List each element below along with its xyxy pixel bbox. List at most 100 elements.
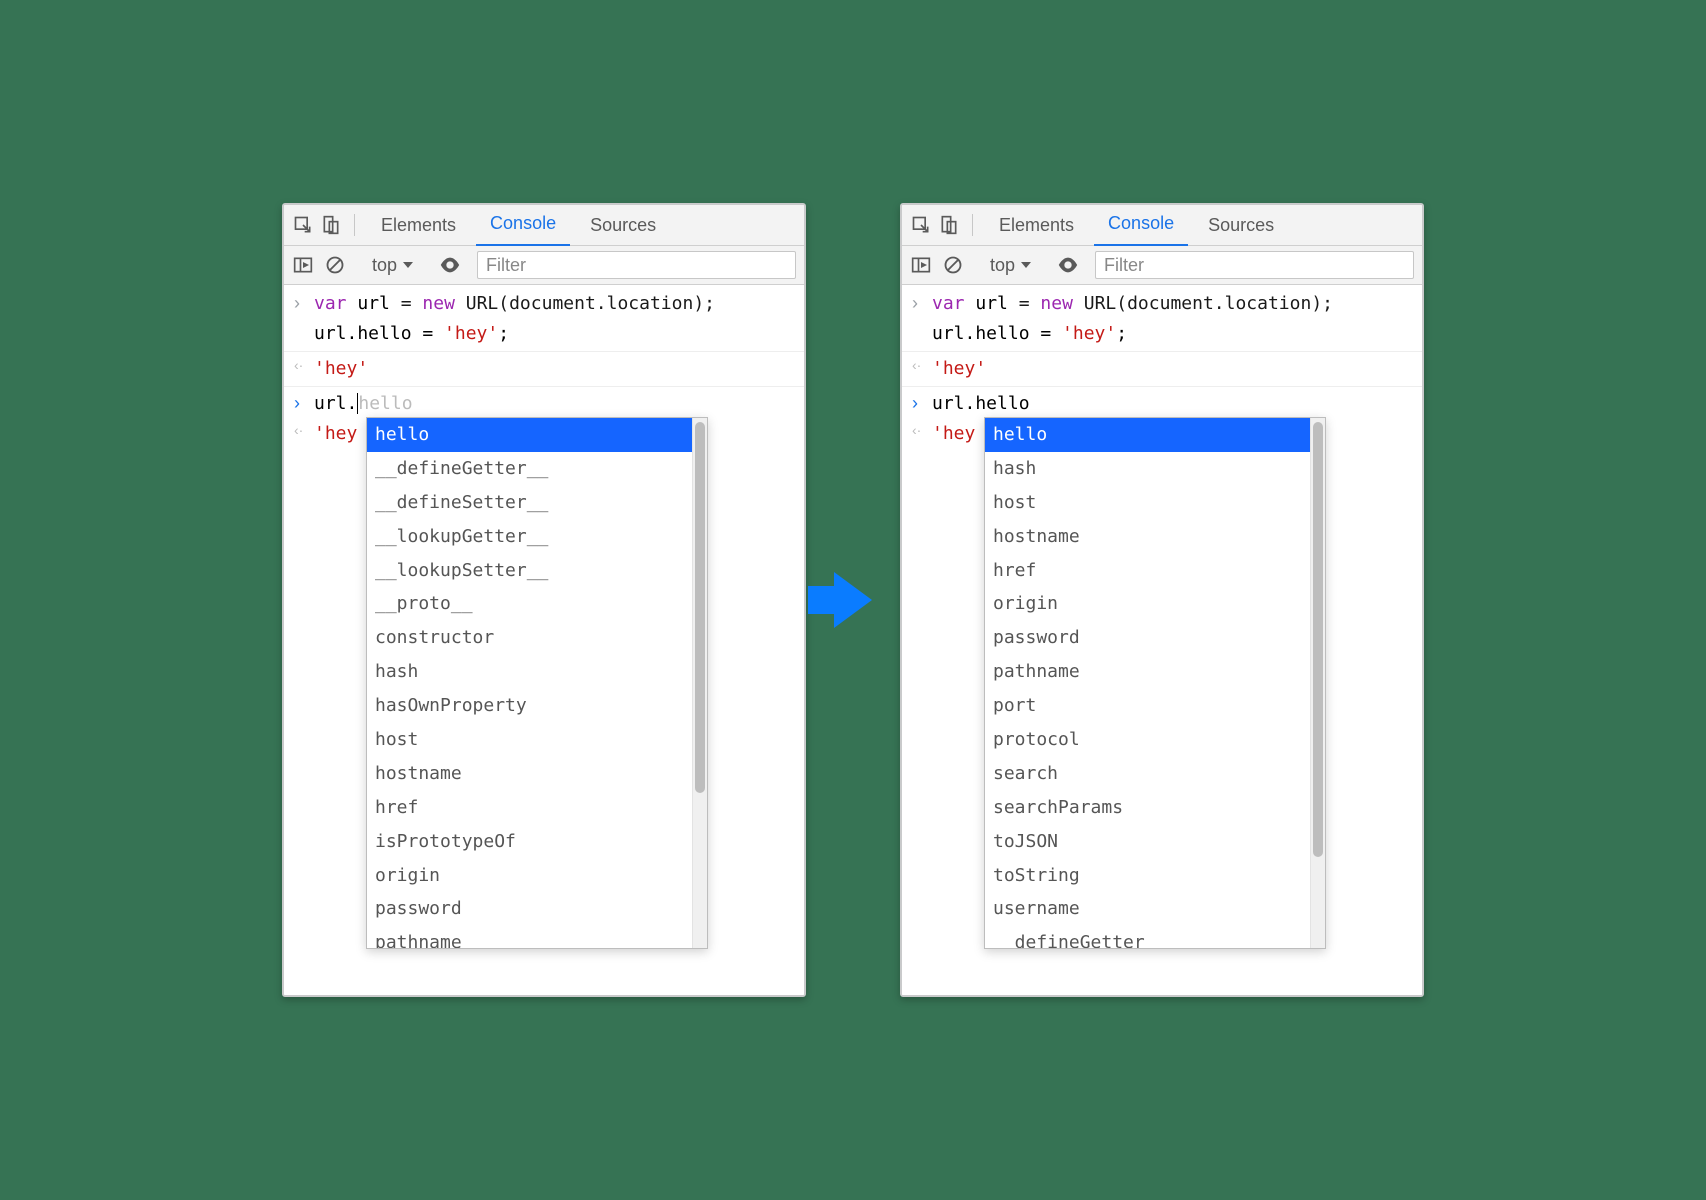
tab-bar: Elements Console Sources (902, 205, 1422, 246)
output-chevron-icon: ‹· (912, 420, 932, 448)
clear-console-icon[interactable] (942, 254, 964, 276)
execution-context-selector[interactable]: top (366, 253, 419, 278)
input-chevron-icon: › (912, 290, 932, 318)
console-body[interactable]: › var url = new URL(document.location); … (902, 285, 1422, 995)
code-line: var url = new URL(document.location); (932, 290, 1333, 318)
output-chevron-icon: ‹· (294, 355, 314, 383)
tab-sources[interactable]: Sources (576, 205, 670, 245)
prompt-input[interactable]: url.hello (314, 390, 413, 418)
autocomplete-item[interactable]: origin (985, 587, 1310, 621)
filter-input[interactable]: Filter (1095, 251, 1414, 279)
console-toolbar: top Filter (902, 246, 1422, 285)
eager-eval: 'hey (932, 420, 975, 448)
prompt-input[interactable]: url.hello (932, 390, 1030, 418)
devtools-panel-right: Elements Console Sources top Filter (900, 203, 1424, 997)
output-value: 'hey' (314, 355, 368, 383)
console-input-row: › var url = new URL(document.location); (284, 289, 804, 319)
autocomplete-item[interactable]: constructor (367, 621, 692, 655)
tab-elements[interactable]: Elements (985, 205, 1088, 245)
execution-context-selector[interactable]: top (984, 253, 1037, 278)
autocomplete-item[interactable]: hasOwnProperty (367, 689, 692, 723)
device-icon[interactable] (938, 214, 960, 236)
output-value: 'hey' (932, 355, 986, 383)
autocomplete-item[interactable]: port (985, 689, 1310, 723)
autocomplete-item[interactable]: hostname (367, 757, 692, 791)
context-label: top (990, 255, 1015, 276)
autocomplete-popup[interactable]: hellohashhosthostnamehreforiginpasswordp… (984, 417, 1326, 949)
code-line: url.hello = 'hey'; (314, 320, 509, 348)
filter-placeholder: Filter (486, 255, 526, 276)
autocomplete-item[interactable]: hello (367, 418, 692, 452)
autocomplete-item[interactable]: protocol (985, 723, 1310, 757)
filter-placeholder: Filter (1104, 255, 1144, 276)
console-input-row: url.hello = 'hey'; (902, 319, 1422, 349)
tab-sources[interactable]: Sources (1194, 205, 1288, 245)
scrollbar-thumb[interactable] (1313, 422, 1323, 857)
autocomplete-item[interactable]: hash (985, 452, 1310, 486)
autocomplete-item[interactable]: hello (985, 418, 1310, 452)
code-line: var url = new URL(document.location); (314, 290, 715, 318)
arrow-icon (834, 572, 872, 628)
input-chevron-icon: › (294, 290, 314, 318)
clear-console-icon[interactable] (324, 254, 346, 276)
autocomplete-item[interactable]: __lookupSetter__ (367, 554, 692, 588)
autocomplete-item[interactable]: isPrototypeOf (367, 825, 692, 859)
console-input-row: url.hello = 'hey'; (284, 319, 804, 349)
scrollbar-thumb[interactable] (695, 422, 705, 793)
autocomplete-item[interactable]: username (985, 892, 1310, 926)
autocomplete-item[interactable]: __defineSetter__ (367, 486, 692, 520)
autocomplete-item[interactable]: password (985, 621, 1310, 655)
inspect-icon[interactable] (910, 214, 932, 236)
autocomplete-item[interactable]: origin (367, 859, 692, 893)
autocomplete-item[interactable]: pathname (367, 926, 692, 948)
autocomplete-scrollbar[interactable] (692, 418, 707, 948)
autocomplete-item[interactable]: host (367, 723, 692, 757)
devtools-panel-left: Elements Console Sources top Filter (282, 203, 806, 997)
live-expression-icon[interactable] (1057, 254, 1079, 276)
autocomplete-item[interactable]: href (367, 791, 692, 825)
autocomplete-item[interactable]: host (985, 486, 1310, 520)
live-expression-icon[interactable] (439, 254, 461, 276)
console-input-row: › var url = new URL(document.location); (902, 289, 1422, 319)
autocomplete-item[interactable]: search (985, 757, 1310, 791)
output-chevron-icon: ‹· (294, 420, 314, 448)
autocomplete-item[interactable]: pathname (985, 655, 1310, 689)
autocomplete-item[interactable]: __defineGetter__ (367, 452, 692, 486)
console-toolbar: top Filter (284, 246, 804, 285)
autocomplete-item[interactable]: toString (985, 859, 1310, 893)
autocomplete-list: hello__defineGetter____defineSetter____l… (367, 418, 692, 948)
separator (354, 214, 355, 236)
tab-bar: Elements Console Sources (284, 205, 804, 246)
console-output-row: ‹· 'hey' (902, 354, 1422, 384)
console-prompt-row[interactable]: › url.hello (902, 389, 1422, 419)
autocomplete-scrollbar[interactable] (1310, 418, 1325, 948)
console-body[interactable]: › var url = new URL(document.location); … (284, 285, 804, 995)
autocomplete-list: hellohashhosthostnamehreforiginpasswordp… (985, 418, 1310, 948)
autocomplete-popup[interactable]: hello__defineGetter____defineSetter____l… (366, 417, 708, 949)
sidebar-toggle-icon[interactable] (292, 254, 314, 276)
separator (972, 214, 973, 236)
console-prompt-row[interactable]: › url.hello (284, 389, 804, 419)
code-line: url.hello = 'hey'; (932, 320, 1127, 348)
device-icon[interactable] (320, 214, 342, 236)
tab-console[interactable]: Console (1094, 204, 1188, 247)
context-label: top (372, 255, 397, 276)
tab-elements[interactable]: Elements (367, 205, 470, 245)
output-chevron-icon: ‹· (912, 355, 932, 383)
autocomplete-item[interactable]: __defineGetter__ (985, 926, 1310, 948)
autocomplete-item[interactable]: hash (367, 655, 692, 689)
inspect-icon[interactable] (292, 214, 314, 236)
autocomplete-item[interactable]: href (985, 554, 1310, 588)
autocomplete-item[interactable]: __lookupGetter__ (367, 520, 692, 554)
tab-console[interactable]: Console (476, 204, 570, 247)
autocomplete-item[interactable]: searchParams (985, 791, 1310, 825)
filter-input[interactable]: Filter (477, 251, 796, 279)
console-output-row: ‹· 'hey' (284, 354, 804, 384)
sidebar-toggle-icon[interactable] (910, 254, 932, 276)
prompt-chevron-icon: › (912, 390, 932, 418)
autocomplete-item[interactable]: hostname (985, 520, 1310, 554)
autocomplete-item[interactable]: password (367, 892, 692, 926)
prompt-chevron-icon: › (294, 390, 314, 418)
autocomplete-item[interactable]: toJSON (985, 825, 1310, 859)
autocomplete-item[interactable]: __proto__ (367, 587, 692, 621)
